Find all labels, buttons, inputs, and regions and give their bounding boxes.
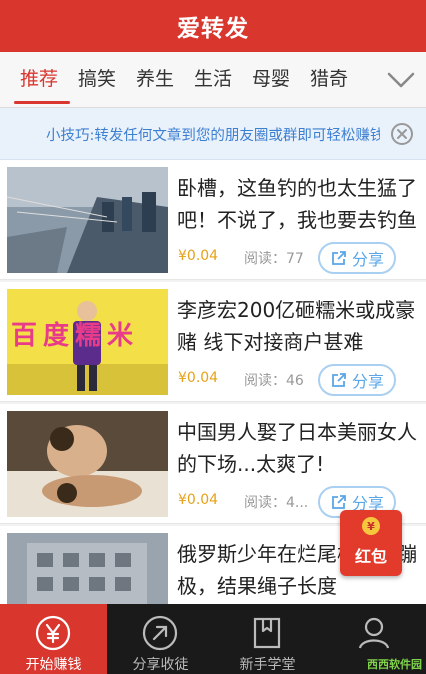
read-count-value: 77 [286, 251, 304, 267]
article-thumbnail [7, 411, 168, 517]
share-button[interactable]: 分享 [318, 242, 396, 274]
read-count: 阅读：77 [244, 248, 304, 268]
read-count-value: 4... [286, 495, 309, 511]
thumbnail-banner-text: 百度糯米 [11, 321, 140, 351]
read-count-label: 阅读： [244, 373, 286, 389]
watermark: 西西软件园 [367, 658, 422, 671]
active-tab-indicator [14, 101, 70, 104]
book-icon [248, 614, 286, 652]
read-count-label: 阅读： [244, 495, 286, 511]
app-title: 爱转发 [177, 16, 249, 42]
share-icon [332, 373, 346, 387]
user-icon [355, 614, 393, 652]
nav-label: 分享收徒 [132, 657, 189, 673]
reward-amount: ¥0.04 [178, 370, 219, 386]
nav-share-recruit[interactable]: 分享收徒 [107, 604, 214, 674]
tab-curiosity[interactable]: 猎奇 [310, 66, 348, 92]
tab-funny[interactable]: 搞笑 [78, 66, 116, 92]
read-count-label: 阅读： [244, 251, 286, 267]
tip-text: 小技巧:转发任何文章到您的朋友圈或群即可轻松赚钱 [46, 128, 380, 144]
tab-health[interactable]: 养生 [136, 66, 174, 92]
read-count-value: 46 [286, 373, 304, 389]
read-count: 阅读：4... [244, 492, 308, 512]
yen-circle-icon [34, 614, 72, 652]
share-icon [332, 251, 346, 265]
chevron-down-icon[interactable] [386, 68, 416, 92]
red-packet-button[interactable]: ¥ 红包 [340, 510, 402, 576]
article-title[interactable]: 李彦宏200亿砸糯米或成豪赌 线下对接商户甚难 [177, 294, 423, 358]
tab-parenting[interactable]: 母婴 [252, 66, 290, 92]
tip-banner: 小技巧:转发任何文章到您的朋友圈或群即可轻松赚钱 [0, 108, 426, 160]
bottom-navigation: 开始赚钱 分享收徒 新手学堂 西西软件园 [0, 604, 426, 674]
article-thumbnail: 百度糯米 [7, 289, 168, 395]
nav-label: 新手学堂 [239, 657, 296, 673]
article-thumbnail [7, 533, 168, 604]
red-packet-label: 红包 [354, 547, 387, 566]
share-label: 分享 [351, 372, 384, 391]
app-title-bar: 爱转发 [0, 0, 426, 52]
nav-beginner-school[interactable]: 新手学堂 [214, 604, 321, 674]
nav-start-earning[interactable]: 开始赚钱 [0, 604, 107, 674]
category-tabs: 推荐 搞笑 养生 生活 母婴 猎奇 [0, 52, 426, 108]
share-label: 分享 [351, 250, 384, 269]
share-button[interactable]: 分享 [318, 364, 396, 396]
list-item[interactable]: 中国男人娶了日本美丽女人的下场...太爽了! ¥0.04 阅读：4... 分享 [0, 404, 426, 524]
article-title[interactable]: 卧槽，这鱼钓的也太生猛了吧！不说了，我也要去钓鱼了 [177, 172, 423, 236]
tab-life[interactable]: 生活 [194, 66, 232, 92]
share-icon [332, 495, 346, 509]
reward-amount: ¥0.04 [178, 492, 219, 508]
share-arrow-circle-icon [141, 614, 179, 652]
yen-coin-icon: ¥ [362, 517, 380, 535]
reward-amount: ¥0.04 [178, 248, 219, 264]
list-item[interactable]: 百度糯米 李彦宏200亿砸糯米或成豪赌 线下对接商户甚难 ¥0.04 阅读：46… [0, 282, 426, 402]
read-count: 阅读：46 [244, 370, 304, 390]
article-title[interactable]: 中国男人娶了日本美丽女人的下场...太爽了! [177, 416, 423, 480]
close-icon[interactable] [390, 122, 414, 146]
list-item[interactable]: 卧槽，这鱼钓的也太生猛了吧！不说了，我也要去钓鱼了 ¥0.04 阅读：77 分享 [0, 160, 426, 280]
article-thumbnail [7, 167, 168, 273]
tab-recommend[interactable]: 推荐 [20, 66, 58, 92]
nav-label: 开始赚钱 [25, 657, 82, 673]
